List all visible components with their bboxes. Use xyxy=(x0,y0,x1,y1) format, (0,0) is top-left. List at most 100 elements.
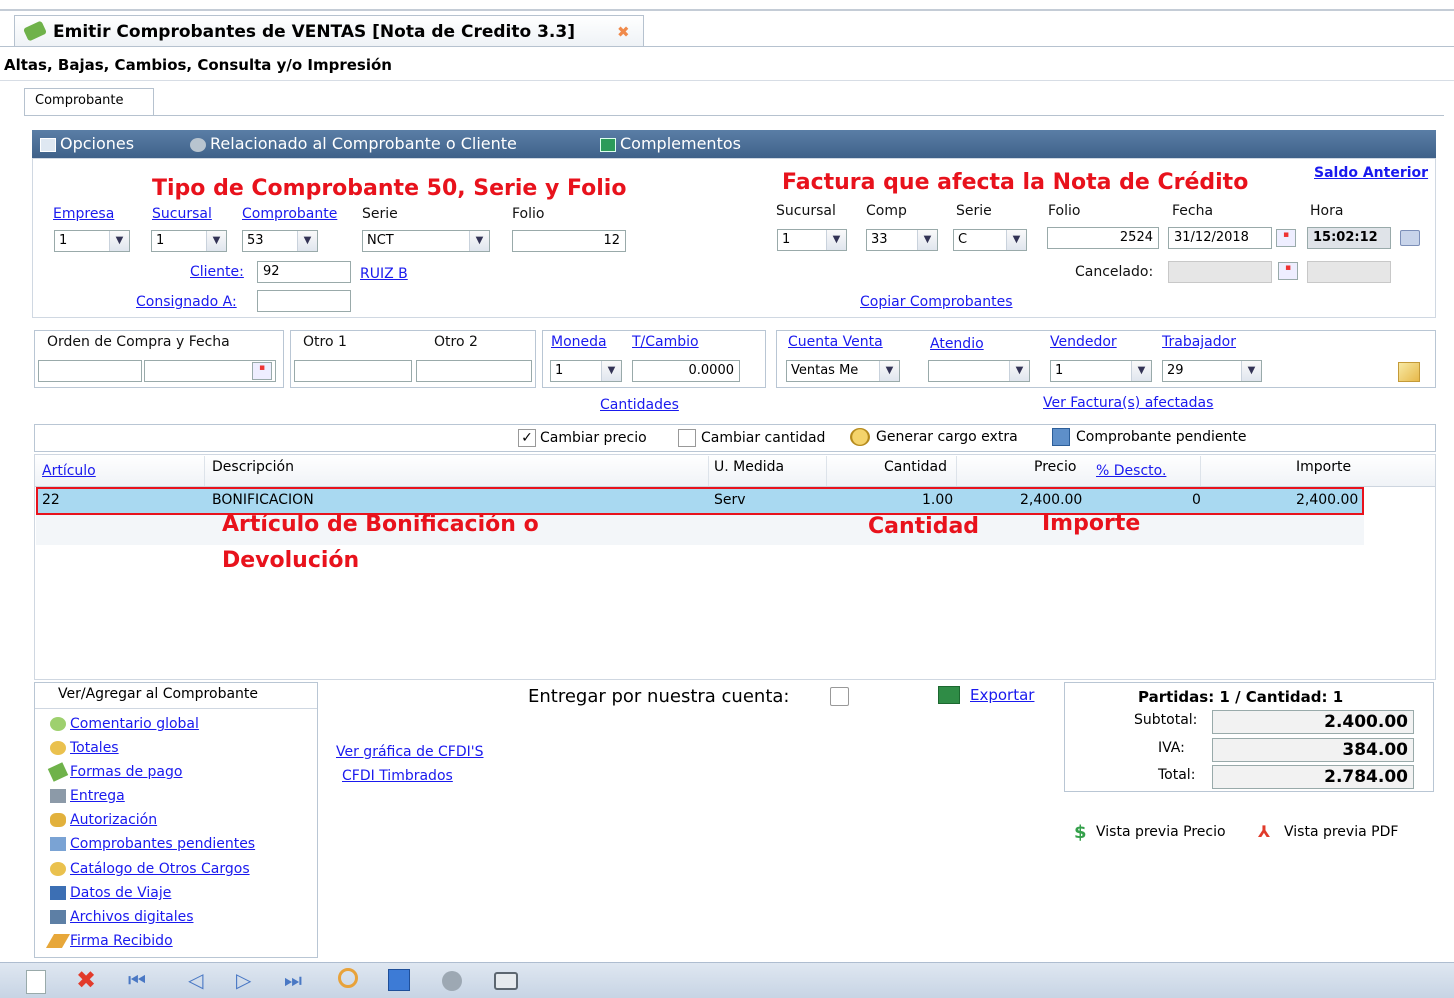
saldo-anterior-link[interactable]: Saldo Anterior xyxy=(1314,165,1428,181)
opciones-menu[interactable]: Opciones xyxy=(40,134,134,153)
copiar-comprobantes-link[interactable]: Copiar Comprobantes xyxy=(860,294,1013,310)
list-item[interactable]: Firma Recibido xyxy=(45,933,173,949)
settings-icon[interactable] xyxy=(442,971,462,991)
list-item[interactable]: Catálogo de Otros Cargos xyxy=(50,861,250,877)
list-item[interactable]: Comprobantes pendientes xyxy=(50,836,255,852)
cliente-label[interactable]: Cliente: xyxy=(190,264,244,280)
vista-previa-precio-button[interactable]: Vista previa Precio xyxy=(1096,824,1226,840)
cuenta-venta-select[interactable]: Ventas Me ▼ xyxy=(786,360,900,382)
serie-select[interactable]: NCT ▼ xyxy=(362,230,490,252)
gears-icon xyxy=(190,137,206,152)
consignado-input[interactable] xyxy=(257,290,351,312)
vista-previa-pdf-button[interactable]: Vista previa PDF xyxy=(1284,824,1398,840)
window-tab[interactable]: Emitir Comprobantes de VENTAS [Nota de C… xyxy=(14,15,644,47)
cell-cantidad: 1.00 xyxy=(922,492,954,508)
last-record-icon[interactable]: ⏭ xyxy=(284,968,302,992)
comprobante-label[interactable]: Comprobante xyxy=(242,206,337,222)
cambiar-cantidad-checkbox[interactable] xyxy=(678,429,696,447)
f-serie-label: Serie xyxy=(956,203,992,219)
atendio-label[interactable]: Atendio xyxy=(930,336,984,352)
comprobante-pendiente-button[interactable]: Comprobante pendiente xyxy=(1076,429,1247,445)
chevron-down-icon: ▼ xyxy=(879,361,899,381)
cell-precio: 2,400.00 xyxy=(1020,492,1083,508)
search-icon[interactable] xyxy=(338,968,358,988)
save-icon[interactable] xyxy=(388,969,410,991)
print-icon[interactable] xyxy=(494,972,518,990)
comprobante-select[interactable]: 53 ▼ xyxy=(242,230,318,252)
sucursal-select[interactable]: 1 ▼ xyxy=(151,230,227,252)
fecha-input[interactable]: 31/12/2018 xyxy=(1168,227,1272,249)
col-umedida[interactable]: U. Medida xyxy=(714,459,784,475)
complementos-menu[interactable]: Complementos xyxy=(600,134,741,153)
moneda-label[interactable]: Moneda xyxy=(551,334,607,350)
col-descripcion[interactable]: Descripción xyxy=(212,459,294,475)
close-icon[interactable]: ✖ xyxy=(617,23,630,41)
f-folio-input[interactable]: 2524 xyxy=(1047,227,1159,249)
f-sucursal-value: 1 xyxy=(782,232,791,247)
otro2-input[interactable] xyxy=(416,360,532,382)
col-cantidad[interactable]: Cantidad xyxy=(884,459,947,475)
vendedor-label[interactable]: Vendedor xyxy=(1050,334,1117,350)
col-importe[interactable]: Importe xyxy=(1296,459,1351,475)
tcambio-input[interactable]: 0.0000 xyxy=(632,360,740,382)
next-record-icon[interactable]: ▷ xyxy=(236,968,251,992)
moneda-select[interactable]: 1 ▼ xyxy=(550,360,622,382)
entregar-checkbox[interactable] xyxy=(830,687,849,706)
options-toolbar: Opciones Relacionado al Comprobante o Cl… xyxy=(32,130,1436,158)
trabajador-select[interactable]: 29 ▼ xyxy=(1162,360,1262,382)
calendar-icon[interactable]: ▪ xyxy=(252,362,272,380)
cuenta-venta-label[interactable]: Cuenta Venta xyxy=(788,334,883,350)
f-comp-select[interactable]: 33 ▼ xyxy=(866,229,938,251)
relacionado-menu[interactable]: Relacionado al Comprobante o Cliente xyxy=(190,134,517,153)
tcambio-label[interactable]: T/Cambio xyxy=(632,334,699,350)
otro1-input[interactable] xyxy=(294,360,412,382)
coins-icon xyxy=(850,428,870,446)
list-item[interactable]: Formas de pago xyxy=(47,762,183,782)
generar-cargo-button[interactable]: Generar cargo extra xyxy=(876,429,1018,445)
edit-icon[interactable] xyxy=(1398,362,1420,382)
orden-input[interactable] xyxy=(38,360,142,382)
coins-icon xyxy=(50,741,66,755)
tab-comprobante[interactable]: Comprobante xyxy=(24,88,154,116)
cfdi-timbrados-link[interactable]: CFDI Timbrados xyxy=(342,768,453,784)
first-record-icon[interactable]: ⏮ xyxy=(128,968,146,992)
formas-pago-link: Formas de pago xyxy=(70,764,183,780)
refresh-icon[interactable] xyxy=(1400,230,1420,246)
table-row[interactable]: 22 BONIFICACION Serv 1.00 2,400.00 0 2,4… xyxy=(36,487,1364,515)
cliente-input[interactable]: 92 xyxy=(257,261,351,283)
col-articulo[interactable]: Artículo xyxy=(42,463,96,479)
atendio-select[interactable]: ▼ xyxy=(928,360,1030,382)
new-document-icon[interactable] xyxy=(26,970,46,994)
list-item[interactable]: Autorización xyxy=(50,812,157,828)
empresa-label[interactable]: Empresa xyxy=(53,206,114,222)
list-item[interactable]: Totales xyxy=(50,740,119,756)
calendar-icon[interactable]: ▪ xyxy=(1276,229,1296,247)
sucursal-label[interactable]: Sucursal xyxy=(152,206,212,222)
list-item[interactable]: Entrega xyxy=(50,788,125,804)
pencil-icon xyxy=(45,934,71,948)
f-serie-select[interactable]: C ▼ xyxy=(953,229,1027,251)
autorizacion-link: Autorización xyxy=(70,812,158,828)
col-precio[interactable]: Precio xyxy=(1034,459,1076,475)
list-item[interactable]: Archivos digitales xyxy=(50,909,194,925)
list-item[interactable]: Datos de Viaje xyxy=(50,885,171,901)
consignado-label[interactable]: Consignado A: xyxy=(136,294,237,310)
col-divider xyxy=(1200,456,1201,486)
f-sucursal-select[interactable]: 1 ▼ xyxy=(777,229,847,251)
exportar-link[interactable]: Exportar xyxy=(970,686,1034,704)
ver-facturas-link[interactable]: Ver Factura(s) afectadas xyxy=(1043,395,1213,411)
ver-grafica-link[interactable]: Ver gráfica de CFDI'S xyxy=(336,744,484,760)
previous-record-icon[interactable]: ◁ xyxy=(188,968,203,992)
cliente-nombre[interactable]: RUIZ B xyxy=(360,266,408,282)
hora-input[interactable]: 15:02:12 xyxy=(1307,227,1391,249)
cantidades-link[interactable]: Cantidades xyxy=(600,397,679,413)
calendar-icon[interactable]: ▪ xyxy=(1278,262,1298,280)
col-descto[interactable]: % Descto. xyxy=(1096,463,1166,479)
delete-icon[interactable]: ✖ xyxy=(76,966,96,994)
empresa-select[interactable]: 1 ▼ xyxy=(54,230,130,252)
folio-input[interactable]: 12 xyxy=(512,230,626,252)
list-item[interactable]: Comentario global xyxy=(50,716,199,732)
trabajador-label[interactable]: Trabajador xyxy=(1162,334,1236,350)
vendedor-select[interactable]: 1 ▼ xyxy=(1050,360,1152,382)
cambiar-precio-checkbox[interactable]: ✓ xyxy=(518,429,536,447)
